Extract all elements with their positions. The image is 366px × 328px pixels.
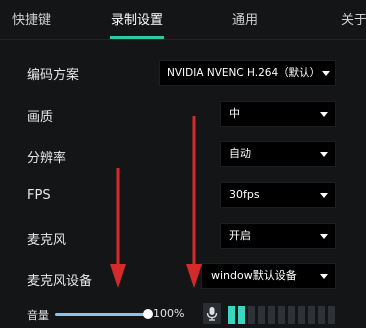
- mic-select[interactable]: 开启: [220, 223, 336, 249]
- resolution-value: 自动: [229, 147, 251, 160]
- tab-recording-settings[interactable]: 录制设置: [111, 9, 163, 28]
- meter-bar: [318, 306, 325, 324]
- chevron-down-icon: [320, 274, 328, 279]
- meter-bar: [248, 306, 255, 324]
- meter-bar: [228, 306, 235, 324]
- tab-bar: 快捷键 录制设置 通用 关于: [0, 0, 366, 40]
- chevron-down-icon: [320, 193, 328, 198]
- meter-bar: [268, 306, 275, 324]
- chevron-down-icon: [320, 152, 328, 157]
- quality-value: 中: [229, 107, 240, 120]
- quality-label: 画质: [27, 110, 54, 125]
- meter-bar: [308, 306, 315, 324]
- tab-general[interactable]: 通用: [232, 9, 258, 28]
- tab-hotkeys[interactable]: 快捷键: [12, 9, 51, 28]
- volume-label: 音量: [27, 309, 49, 322]
- mic-value: 开启: [229, 229, 251, 242]
- mic-label: 麦克风: [27, 233, 67, 248]
- resolution-select[interactable]: 自动: [220, 141, 336, 167]
- mic-device-label: 麦克风设备: [27, 274, 93, 289]
- tab-divider: [0, 39, 366, 40]
- chevron-down-icon: [320, 112, 328, 117]
- annotation-arrow-right: [186, 116, 202, 288]
- meter-bar: [328, 306, 335, 324]
- volume-slider-handle[interactable]: [143, 309, 153, 319]
- tab-about[interactable]: 关于: [341, 9, 366, 28]
- volume-percent: 100%: [153, 307, 185, 320]
- quality-select[interactable]: 中: [220, 101, 336, 127]
- volume-slider-track[interactable]: [55, 313, 149, 316]
- meter-bar: [298, 306, 305, 324]
- microphone-icon[interactable]: [203, 303, 221, 324]
- chevron-down-icon: [320, 234, 328, 239]
- annotation-arrow-left: [110, 168, 126, 288]
- mic-device-select[interactable]: window默认设备: [201, 263, 336, 289]
- meter-bar: [238, 306, 245, 324]
- meter-bar: [288, 306, 295, 324]
- fps-value: 30fps: [229, 188, 260, 201]
- encoder-select[interactable]: NVIDIA NVENC H.264（默认）: [159, 60, 336, 86]
- fps-select[interactable]: 30fps: [220, 182, 336, 208]
- chevron-down-icon: [322, 71, 330, 76]
- meter-bar: [278, 306, 285, 324]
- resolution-label: 分辨率: [27, 151, 67, 166]
- meter-bar: [258, 306, 265, 324]
- mic-device-value: window默认设备: [211, 269, 297, 282]
- fps-label: FPS: [27, 188, 51, 203]
- encoder-label: 编码方案: [27, 68, 80, 83]
- encoder-value: NVIDIA NVENC H.264（默认）: [167, 67, 321, 79]
